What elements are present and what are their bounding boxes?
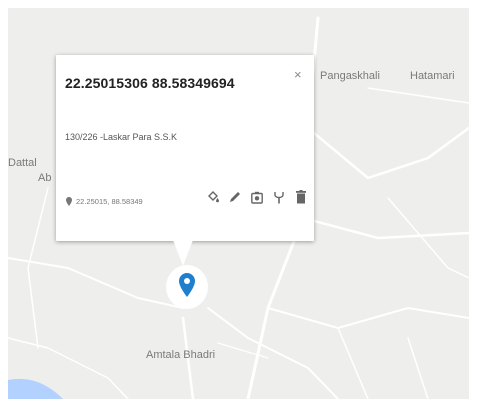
paint-bucket-button[interactable]: [206, 189, 220, 205]
popup-address: 130/226 -Laskar Para S.S.K: [65, 132, 178, 142]
camera-button[interactable]: [250, 189, 264, 205]
delete-button[interactable]: [294, 189, 308, 205]
place-label-amtala-bhadri: Amtala Bhadri: [146, 349, 216, 361]
pin-small-icon: [66, 197, 72, 206]
trash-icon: [296, 190, 306, 204]
place-label-hatamari: Hatamari: [410, 70, 455, 82]
place-label-dattal: Dattal: [8, 157, 37, 169]
location-popup: 22.25015306 88.58349694 × 130/226 -Laska…: [56, 55, 314, 266]
camera-icon: [251, 191, 263, 204]
fork-icon: [274, 191, 284, 203]
pencil-icon: [230, 192, 240, 202]
map-canvas[interactable]: Pangaskhali Hatamari Amtala Bhadri Datta…: [8, 8, 469, 399]
close-icon[interactable]: ×: [294, 67, 302, 82]
popup-coordinates-text: 22.25015, 88.58349: [76, 197, 143, 206]
paint-bucket-icon: [207, 190, 219, 202]
popup-coordinates: 22.25015, 88.58349: [66, 197, 143, 206]
place-label-pangaskhali: Pangaskhali: [320, 70, 380, 82]
popup-pointer: [173, 240, 193, 266]
popup-toolbar: [206, 189, 308, 205]
map-pin-icon: [179, 273, 195, 297]
edit-button[interactable]: [228, 189, 242, 205]
popup-title: 22.25015306 88.58349694: [65, 75, 235, 91]
location-marker[interactable]: [166, 265, 208, 309]
fork-button[interactable]: [272, 189, 286, 205]
place-label-ab: Ab: [38, 172, 52, 184]
